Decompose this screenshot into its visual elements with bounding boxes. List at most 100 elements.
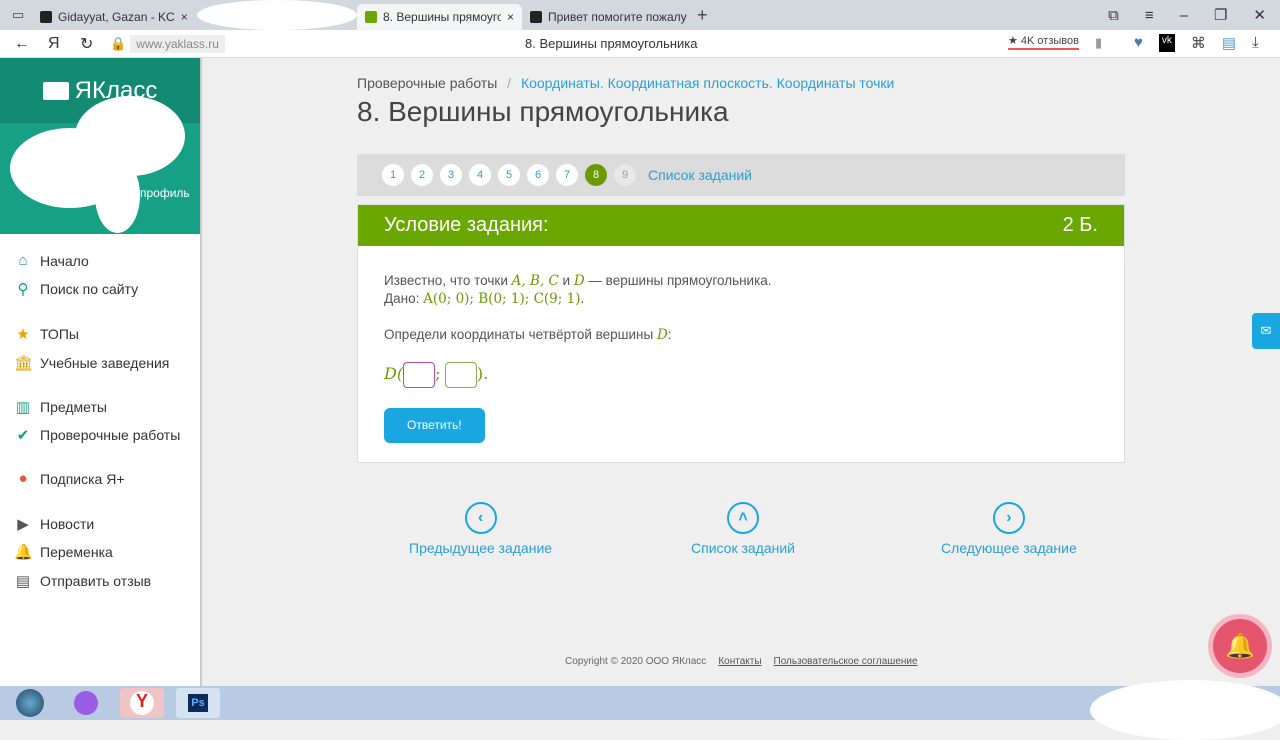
submit-button[interactable]: Ответить!	[384, 408, 485, 443]
reload-icon[interactable]: ↻	[80, 34, 98, 54]
address-bar: ← Я ↻ 🔒 www.yaklass.ru 8. Вершины прямоу…	[0, 30, 1280, 58]
label: Подписка Я+	[40, 470, 125, 487]
answer-x-input[interactable]	[403, 362, 436, 388]
book-icon	[42, 81, 69, 100]
menu-icon[interactable]: ≡	[1145, 7, 1154, 24]
yaklass-icon	[365, 11, 377, 23]
minimize-button[interactable]: –	[1180, 7, 1188, 24]
reviews-button[interactable]: ★ 4K отзывов	[1008, 34, 1079, 50]
sidebar-toggle-icon[interactable]: ▭	[12, 7, 32, 23]
sidebar-item-tests[interactable]: ✔ Проверочные работы	[14, 426, 181, 444]
copyright: Copyright © 2020 ООО ЯКласс	[565, 656, 707, 667]
notification-bell-icon[interactable]: 🔔	[1213, 619, 1267, 673]
next-task-button[interactable]: › Следующее задание	[941, 502, 1077, 556]
answer-row: D(; ).	[384, 362, 1098, 388]
back-icon[interactable]: ←	[14, 35, 32, 53]
page-title-in-address: 8. Вершины прямоугольника	[525, 36, 698, 51]
footer: Copyright © 2020 ООО ЯКласс Контакты Польз…	[565, 656, 918, 667]
page-1[interactable]: 1	[382, 164, 404, 186]
page-8-current[interactable]: 8	[585, 164, 607, 186]
close-window-button[interactable]: ✕	[1253, 6, 1266, 24]
new-tab-button[interactable]: +	[697, 5, 708, 26]
prev-task-button[interactable]: ‹ Предыдущее задание	[409, 502, 552, 556]
sidebar-item-subscription[interactable]: ● Подписка Я+	[14, 470, 125, 487]
page-5[interactable]: 5	[498, 164, 520, 186]
page-3[interactable]: 3	[440, 164, 462, 186]
label: Новости	[40, 516, 95, 532]
sidebar-item-subjects[interactable]: ▥ Предметы	[14, 398, 107, 416]
label: Переменка	[40, 544, 113, 560]
sidebar-item-search[interactable]: ⚲ Поиск по сайту	[14, 280, 139, 298]
label: Список заданий	[691, 540, 796, 556]
bookmarks-icon[interactable]: ⧉	[1108, 7, 1119, 24]
sidebar-item-home[interactable]: ⌂ Начало	[14, 252, 89, 269]
chevron-left-icon: ‹	[464, 502, 497, 534]
agreement-link[interactable]: Пользовательское соглашение	[774, 656, 918, 667]
page-9[interactable]: 9	[614, 164, 636, 186]
alice-icon[interactable]	[64, 688, 108, 718]
sidebar: ЯКласс профиль ⌂ Начало ⚲ Поиск по сайту ★…	[0, 58, 202, 686]
sidebar-item-break[interactable]: 🔔 Переменка	[14, 543, 113, 561]
task-statement: Известно, что точки A, B, C и D — вершин…	[384, 273, 772, 289]
answer-y-input[interactable]	[444, 362, 477, 388]
task-header: Условие задания:	[384, 214, 549, 236]
task-question: Определи координаты четвёртой вершины D:	[384, 327, 672, 343]
book-icon: ▥	[15, 399, 31, 416]
yandex-icon[interactable]: Я	[48, 35, 66, 53]
page-7[interactable]: 7	[556, 164, 578, 186]
label: Поиск по сайту	[40, 281, 139, 297]
task-given: Дано: A(0; 0); B(0; 1); C(9; 1).	[384, 291, 585, 307]
contacts-link[interactable]: Контакты	[718, 656, 761, 667]
heart-icon[interactable]: ♥	[1134, 34, 1143, 52]
label: Предметы	[40, 399, 107, 415]
tab-music[interactable]: Gidayyat, Gazan - KC ×	[32, 4, 197, 30]
label: Начало	[40, 252, 89, 269]
play-icon	[40, 11, 52, 23]
breadcrumb-root[interactable]: Проверочные работы	[357, 75, 497, 91]
tab-current[interactable]: 8. Вершины прямоугольника ×	[357, 4, 522, 30]
sidebar-item-tops[interactable]: ★ ТОПы	[14, 325, 79, 343]
znanija-icon	[530, 11, 542, 23]
page-title: 8. Вершины прямоугольника	[357, 96, 729, 127]
task-list-link[interactable]: Список заданий	[648, 167, 752, 183]
bookmark-icon[interactable]: ▮	[1095, 35, 1102, 51]
profile-link[interactable]: профиль	[140, 186, 190, 200]
page-6[interactable]: 6	[527, 164, 549, 186]
restore-button[interactable]: ❐	[1214, 6, 1227, 24]
sidebar-item-news[interactable]: ▶ Новости	[14, 515, 94, 533]
close-icon[interactable]: ×	[181, 10, 188, 24]
redaction	[197, 0, 357, 30]
megaphone-icon: ▶	[17, 516, 29, 533]
vk-icon[interactable]: vk	[1158, 34, 1175, 52]
photoshop-icon[interactable]: Ps	[176, 688, 220, 718]
close-icon[interactable]: ×	[507, 10, 514, 24]
start-button[interactable]	[8, 688, 52, 718]
redaction	[95, 158, 140, 233]
sidebar-item-schools[interactable]: 🏛 Учебные заведения	[14, 354, 169, 372]
comment-icon: ▤	[15, 573, 31, 590]
download-icon[interactable]: ⤓	[1252, 34, 1259, 52]
label: Учебные заведения	[40, 355, 170, 371]
tab-znanija[interactable]: Привет помогите пожалуй	[522, 4, 687, 30]
page-4[interactable]: 4	[469, 164, 491, 186]
tab-label: Gidayyat, Gazan - KC	[58, 10, 175, 24]
label: Следующее задание	[941, 540, 1077, 556]
label: Предыдущее задание	[409, 540, 553, 556]
task-list-button[interactable]: ˄ Список заданий	[691, 502, 795, 556]
task-pager: 1 2 3 4 5 6 7 8 9 Список заданий	[357, 154, 1125, 196]
image-icon[interactable]: ▤	[1222, 34, 1236, 52]
page-2[interactable]: 2	[411, 164, 433, 186]
translate-icon[interactable]: ⌘	[1191, 34, 1206, 52]
mail-icon[interactable]: ✉	[1252, 313, 1280, 349]
tab-label: Привет помогите пожалуй	[548, 10, 687, 24]
sidebar-item-feedback[interactable]: ▤ Отправить отзыв	[14, 572, 151, 590]
taskbar: Y Ps	[0, 680, 1280, 740]
breadcrumb-section[interactable]: Координаты. Координатная плоскость. Коор…	[521, 75, 894, 91]
task-card: Условие задания: 2 Б. Известно, что точки…	[357, 204, 1125, 463]
browser-tab-bar: ▭ Gidayyat, Gazan - KC × 8. Вершины прямо…	[0, 0, 1280, 30]
star-icon: ★	[16, 326, 30, 343]
url-field[interactable]: www.yaklass.ru	[130, 34, 225, 53]
yandex-browser-icon[interactable]: Y	[120, 688, 164, 718]
breadcrumb: Проверочные работы / Координаты. Координ…	[357, 75, 895, 91]
tab-label: 8. Вершины прямоугольника	[383, 10, 501, 24]
